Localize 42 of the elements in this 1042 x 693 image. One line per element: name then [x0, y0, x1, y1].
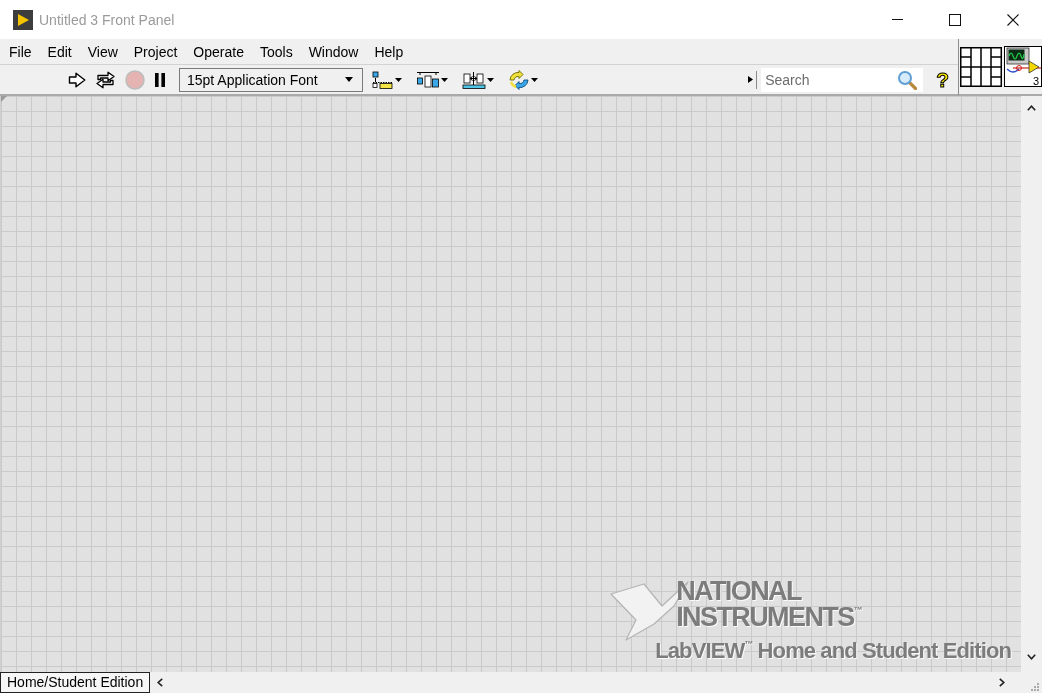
edition-label: Home/Student Edition [0, 672, 151, 693]
maximize-icon[interactable] [949, 13, 961, 26]
reorder-objects-icon[interactable] [508, 69, 530, 90]
resize-grip-icon[interactable] [1031, 682, 1039, 691]
watermark-text: NATIONAL [676, 578, 803, 604]
menu-item[interactable]: Tools [251, 41, 301, 62]
scroll-down-icon[interactable] [1027, 654, 1036, 660]
caret-icon [441, 77, 448, 82]
watermark-text: LabVIEW$^{™}$ Home and Student Edition [655, 638, 1011, 664]
connector-pane-icon[interactable] [960, 46, 1002, 87]
menu-item[interactable]: Project [125, 41, 186, 62]
distribute-objects-icon[interactable] [416, 70, 440, 89]
scroll-right-icon[interactable] [999, 678, 1005, 687]
menu-item[interactable]: View [79, 41, 126, 62]
menu-item[interactable]: Operate [185, 41, 252, 62]
close-icon[interactable] [1007, 13, 1019, 26]
graph-vi-icon [1005, 47, 1041, 77]
caret-icon [531, 77, 538, 82]
scroll-up-icon[interactable] [1027, 105, 1036, 111]
font-dropdown[interactable]: 15pt Application Font [179, 67, 363, 92]
search-field[interactable]: Search [761, 67, 924, 92]
vi-icon[interactable]: 3 [1004, 46, 1042, 87]
vi-number: 3 [1032, 77, 1039, 86]
caret-icon [345, 77, 353, 82]
menu-item[interactable]: Edit [39, 41, 80, 62]
minimize-icon[interactable] [891, 19, 903, 20]
run-arrow-icon[interactable] [68, 71, 86, 88]
align-objects-icon[interactable] [372, 70, 394, 89]
caret-icon [487, 77, 494, 82]
window-title: Untitled 3 Front Panel [39, 11, 175, 28]
watermark-text: INSTRUMENTS$^{™}$ [676, 604, 861, 630]
menu-item[interactable]: File [1, 41, 40, 62]
caret-icon [395, 77, 402, 82]
resize-objects-icon[interactable] [462, 70, 486, 89]
run-continuously-icon[interactable] [95, 70, 116, 89]
menu-item[interactable]: Help [366, 41, 412, 62]
menu-item[interactable]: Window [300, 41, 367, 62]
app-icon [13, 9, 33, 30]
expand-arrow-icon[interactable] [748, 76, 754, 83]
pause-icon[interactable] [154, 72, 166, 87]
scroll-left-icon[interactable] [157, 678, 164, 687]
search-icon [897, 69, 918, 90]
